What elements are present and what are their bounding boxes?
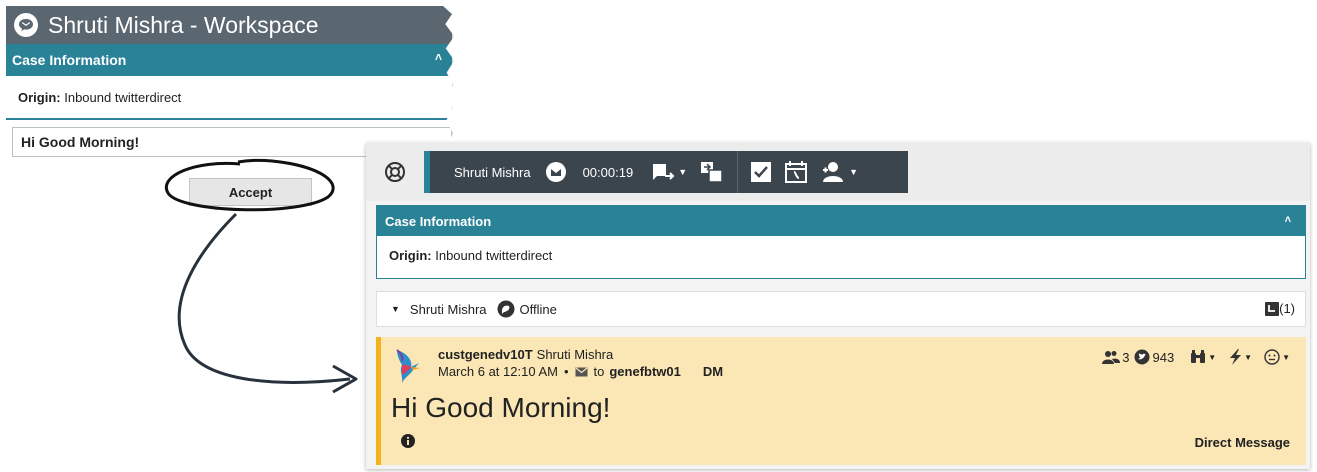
binoculars-icon[interactable] <box>1190 350 1206 364</box>
popup-origin-label: Origin: <box>18 89 61 105</box>
case-information-header[interactable]: Case Information ˄ <box>377 206 1305 236</box>
case-origin: Origin: Inbound twitterdirect <box>377 236 1305 263</box>
lifebuoy-icon[interactable] <box>384 161 406 183</box>
case-information-title: Case Information <box>385 213 492 229</box>
tweet-to-label: to <box>593 364 605 379</box>
case-origin-value: Inbound twitterdirect <box>435 248 553 263</box>
meta-dot: • <box>563 364 569 379</box>
followers-icon <box>1102 350 1121 364</box>
accept-button[interactable]: Accept <box>189 178 312 206</box>
chevron-up-icon[interactable]: ˄ <box>1285 214 1291 226</box>
toolbar-contact-name[interactable]: Shruti Mishra <box>454 165 531 180</box>
schedule-callback-icon[interactable] <box>784 160 808 184</box>
chevron-down-icon[interactable]: ▼ <box>1244 353 1252 362</box>
followers-count: 3 <box>1122 349 1130 365</box>
case-information-panel: Case Information ˄ Origin: Inbound twitt… <box>376 205 1306 279</box>
popup-title: Shruti Mishra - Workspace <box>48 11 319 38</box>
twitter-reply-icon[interactable]: ▼ <box>651 161 687 183</box>
case-origin-label: Origin: <box>389 248 432 263</box>
presence-status-icon <box>497 300 515 318</box>
tweet-sender: custgenedv10T Shruti Mishra <box>438 347 613 362</box>
hummingbird-avatar-icon <box>393 347 423 385</box>
history-icon <box>1265 301 1280 316</box>
mark-done-icon[interactable] <box>750 161 772 183</box>
message-type-label: Direct Message <box>1194 435 1290 450</box>
smiley-icon[interactable] <box>1264 349 1280 365</box>
history-count[interactable]: (1) <box>1265 301 1295 316</box>
toolbar-actions: Shruti Mishra 00:00:19 ▼ ▼ <box>430 151 908 193</box>
lightning-icon[interactable] <box>1228 349 1242 365</box>
tweet-meta: March 6 at 12:10 AM • to genefbtw01 DM <box>438 364 723 379</box>
transfer-icon[interactable] <box>699 160 725 184</box>
chevron-down-icon[interactable]: ▼ <box>391 304 400 314</box>
tweet-handle[interactable]: custgenedv10T <box>438 347 533 362</box>
popup-origin-value: Inbound twitterdirect <box>64 89 182 105</box>
party-actions-icon[interactable]: ▼ <box>820 161 858 183</box>
message-bubble-icon <box>545 161 567 183</box>
popup-case-header[interactable]: Case Information ˄ <box>6 44 452 76</box>
popup-case-header-label: Case Information <box>12 52 127 68</box>
envelope-icon <box>575 367 588 376</box>
message-bubble-icon <box>14 13 38 37</box>
interaction-toolbar: Shruti Mishra 00:00:19 ▼ ▼ <box>366 143 1310 201</box>
tweet-actions: 3 943 ▼ ▼ ▼ <box>1102 349 1290 365</box>
contact-status: Offline <box>519 301 557 317</box>
chevron-down-icon[interactable]: ▼ <box>1282 353 1290 362</box>
twitter-bird-icon <box>1134 349 1150 365</box>
tweet-date: March 6 at 12:10 AM <box>438 364 558 379</box>
direct-message-card: custgenedv10T Shruti Mishra March 6 at 12… <box>376 337 1306 465</box>
toolbar-separator <box>737 151 739 193</box>
history-count-value: (1) <box>1279 301 1295 316</box>
interaction-timer: 00:00:19 <box>582 164 634 180</box>
tweet-display-name: Shruti Mishra <box>536 347 614 362</box>
popup-origin: Origin: Inbound twitterdirect <box>6 76 452 120</box>
info-icon[interactable] <box>401 434 415 453</box>
connector-arrow-line <box>177 212 351 384</box>
arrow-head-icon <box>332 364 358 394</box>
tweet-recipient[interactable]: genefbtw01 <box>609 364 681 379</box>
popup-titlebar: Shruti Mishra - Workspace <box>6 6 452 44</box>
chevron-down-icon[interactable]: ▼ <box>1208 353 1216 362</box>
dm-tag: DM <box>702 364 724 379</box>
chevron-up-icon[interactable]: ˄ <box>435 50 442 64</box>
contact-row: ▼ Shruti Mishra Offline (1) <box>376 291 1306 327</box>
following-count: 943 <box>1152 349 1175 365</box>
contact-name[interactable]: Shruti Mishra <box>410 302 487 317</box>
interaction-workspace: Shruti Mishra 00:00:19 ▼ ▼ Case Informat… <box>366 143 1310 469</box>
tweet-text: Hi Good Morning! <box>391 392 611 423</box>
